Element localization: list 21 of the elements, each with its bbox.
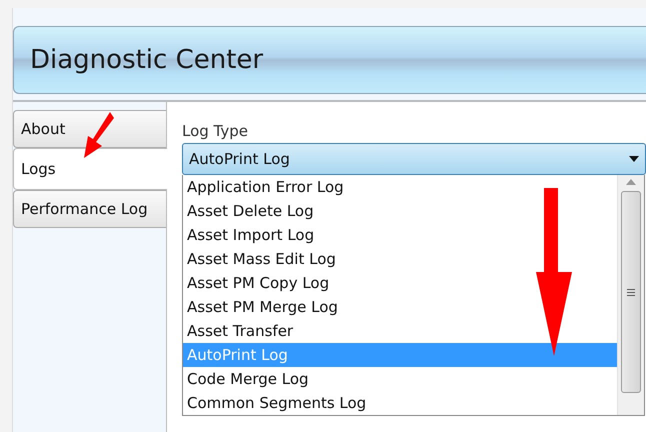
dropdown-option[interactable]: Asset PM Merge Log xyxy=(183,295,617,319)
scrollbar[interactable] xyxy=(617,175,644,415)
dropdown-option[interactable]: Common Segments Log xyxy=(183,391,617,415)
grip-icon xyxy=(627,288,635,296)
caret-icon xyxy=(629,156,639,162)
dropdown-option[interactable]: Asset Mass Edit Log xyxy=(183,247,617,271)
dropdown-option[interactable]: Asset Import Log xyxy=(183,223,617,247)
dropdown-option[interactable]: Asset Transfer xyxy=(183,319,617,343)
tab[interactable]: About xyxy=(13,110,166,148)
dropdown-option[interactable]: Code Merge Log xyxy=(183,367,617,391)
window-title: Diagnostic Center xyxy=(13,26,646,94)
tab[interactable]: Logs xyxy=(13,148,167,190)
dropdown-option[interactable]: Asset PM Copy Log xyxy=(183,271,617,295)
field-label: Log Type xyxy=(182,122,250,140)
annotation-arrow xyxy=(82,112,114,158)
dropdown-option[interactable]: Application Error Log xyxy=(183,175,617,199)
dropdown-option[interactable]: Asset Delete Log xyxy=(183,199,617,223)
log-type-dropdown[interactable]: AutoPrint Log xyxy=(182,143,646,175)
scroll-up-icon[interactable] xyxy=(626,179,636,185)
scroll-thumb[interactable] xyxy=(621,191,641,393)
tab[interactable]: Performance Log xyxy=(13,190,166,228)
